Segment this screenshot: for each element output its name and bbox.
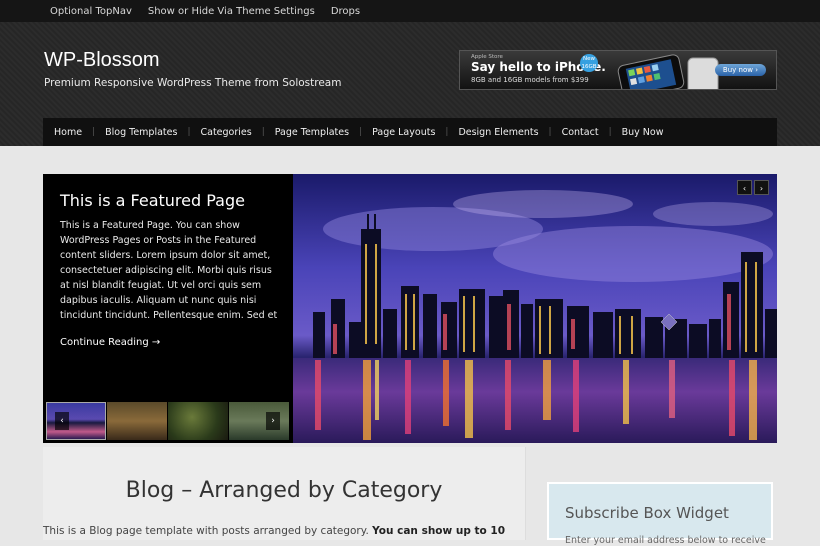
- nav-item-blog-templates[interactable]: Blog Templates: [95, 127, 187, 138]
- nav-item-home[interactable]: Home: [43, 127, 92, 138]
- featured-title[interactable]: This is a Featured Page: [60, 191, 245, 210]
- nav-item-page-layouts[interactable]: Page Layouts: [362, 127, 445, 138]
- site-header: WP-Blossom Premium Responsive WordPress …: [0, 22, 820, 146]
- thumbnails-prev-arrow[interactable]: ‹: [55, 412, 69, 430]
- ad-buy-now-button[interactable]: Buy now ›: [714, 64, 766, 76]
- featured-excerpt: This is a Featured Page. You can show Wo…: [60, 220, 278, 321]
- ad-new-badge: New 16GB: [580, 54, 598, 72]
- nav-item-categories[interactable]: Categories: [190, 127, 261, 138]
- ad-models-text: 8GB and 16GB models from $399: [471, 76, 589, 84]
- widget-title: Subscribe Box Widget: [565, 504, 729, 522]
- nav-item-design-elements[interactable]: Design Elements: [448, 127, 548, 138]
- topnav-item-drops[interactable]: Drops: [331, 6, 360, 17]
- top-nav: Optional TopNav Show or Hide Via Theme S…: [0, 0, 820, 22]
- ad-badge-line1: New: [583, 56, 595, 62]
- slider-prev-button[interactable]: ‹: [737, 180, 752, 195]
- city-skyline-image: [293, 174, 777, 443]
- blog-intro-text: This is a Blog page template with posts …: [43, 525, 525, 537]
- nav-item-page-templates[interactable]: Page Templates: [265, 127, 359, 138]
- thumbnail-road[interactable]: [107, 402, 168, 440]
- featured-image-city-skyline[interactable]: ‹ ›: [293, 174, 777, 443]
- main-nav: Home | Blog Templates | Categories | Pag…: [43, 118, 777, 146]
- slider-next-button[interactable]: ›: [754, 180, 769, 195]
- site-description: Premium Responsive WordPress Theme from …: [44, 77, 342, 89]
- main-content: Blog – Arranged by Category This is a Bl…: [43, 447, 526, 540]
- page-title: Blog – Arranged by Category: [125, 478, 443, 503]
- featured-slider: This is a Featured Page This is a Featur…: [43, 174, 777, 443]
- topnav-item-optional[interactable]: Optional TopNav: [50, 6, 132, 17]
- site-title[interactable]: WP-Blossom: [44, 49, 160, 72]
- nav-item-buy-now[interactable]: Buy Now: [612, 127, 674, 138]
- topnav-item-show-hide[interactable]: Show or Hide Via Theme Settings: [148, 6, 315, 17]
- slider-thumbnails: [46, 402, 290, 440]
- thumbnail-bird[interactable]: [168, 402, 228, 440]
- intro-bold-text: You can show up to 10: [372, 525, 506, 537]
- intro-plain-text: This is a Blog page template with posts …: [43, 525, 373, 537]
- ad-badge-line2: 16GB: [581, 64, 597, 70]
- continue-reading-link[interactable]: Continue Reading →: [60, 337, 160, 348]
- iphone-image: [617, 54, 719, 89]
- iphone-ad-banner[interactable]: Apple Store Say hello to iPhone. 8GB and…: [459, 50, 777, 90]
- thumbnails-next-arrow[interactable]: ›: [266, 412, 280, 430]
- subscribe-box-widget: Subscribe Box Widget Enter your email ad…: [547, 482, 773, 546]
- nav-item-contact[interactable]: Contact: [552, 127, 609, 138]
- widget-description: Enter your email address below to receiv…: [565, 535, 766, 546]
